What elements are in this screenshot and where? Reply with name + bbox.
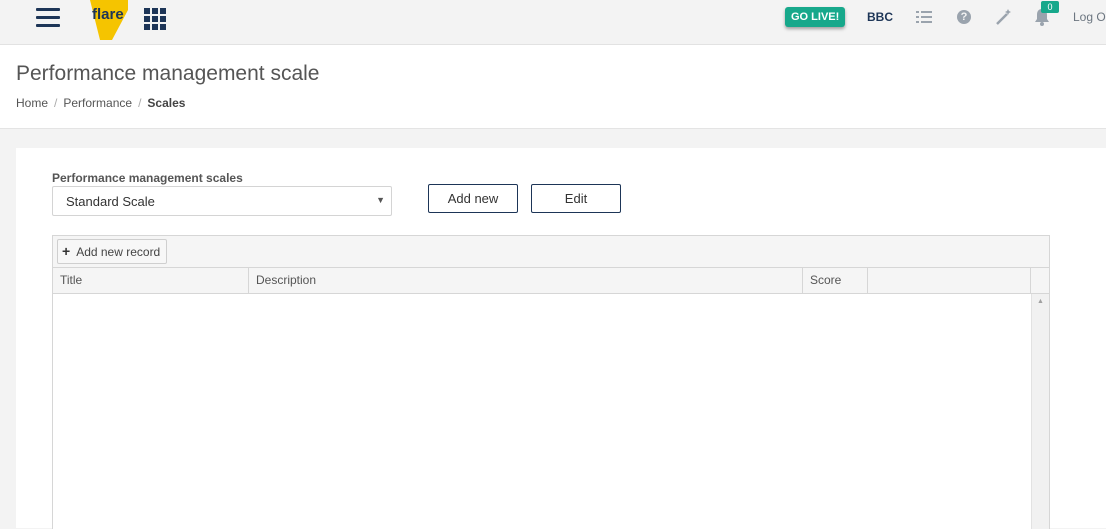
apps-grid-icon[interactable] — [144, 8, 166, 30]
chevron-down-icon: ▼ — [376, 195, 385, 205]
help-icon[interactable]: ? — [957, 10, 971, 24]
page-title: Performance management scale — [16, 62, 320, 85]
add-record-button[interactable]: + Add new record — [57, 239, 168, 264]
edit-button[interactable]: Edit — [531, 184, 621, 213]
scale-select-label: Performance management scales — [52, 171, 243, 185]
grid-scrollbar[interactable]: ▲ — [1031, 294, 1049, 529]
plus-icon: + — [62, 243, 71, 259]
menu-icon[interactable] — [36, 8, 60, 30]
go-live-button[interactable]: GO LIVE! — [785, 7, 846, 27]
add-record-label: Add new record — [76, 245, 161, 259]
column-header-title[interactable]: Title — [53, 268, 249, 293]
breadcrumb-performance[interactable]: Performance — [63, 96, 132, 110]
breadcrumb: Home / Performance / Scales — [16, 96, 185, 110]
list-icon[interactable] — [916, 10, 932, 24]
scale-grid: + Add new record Title Description Score … — [52, 235, 1050, 529]
add-new-button[interactable]: Add new — [428, 184, 518, 213]
logo-text: flare — [92, 6, 124, 23]
top-navbar: flare GO LIVE! BBC ? 0 Log O — [0, 0, 1106, 45]
scale-select[interactable]: Standard Scale ▼ — [52, 186, 392, 216]
content-panel: Performance management scales Standard S… — [16, 148, 1106, 529]
magic-wand-icon[interactable] — [995, 8, 1013, 26]
breadcrumb-separator: / — [138, 96, 142, 110]
grid-body: ▲ — [53, 294, 1049, 529]
breadcrumb-separator: / — [54, 96, 58, 110]
breadcrumb-current: Scales — [147, 96, 186, 110]
column-header-score[interactable]: Score — [803, 268, 868, 293]
grid-toolbar: + Add new record — [53, 236, 1049, 268]
page-header: Performance management scale Home / Perfor… — [0, 45, 1106, 129]
logout-link[interactable]: Log O — [1073, 10, 1106, 24]
notification-badge: 0 — [1041, 1, 1059, 13]
breadcrumb-home[interactable]: Home — [16, 96, 48, 110]
grid-header: Title Description Score — [53, 268, 1049, 294]
scale-select-value: Standard Scale — [66, 194, 155, 209]
column-header-actions — [868, 268, 1031, 293]
column-header-description[interactable]: Description — [249, 268, 803, 293]
company-name[interactable]: BBC — [867, 10, 893, 24]
scroll-up-icon[interactable]: ▲ — [1037, 298, 1044, 305]
